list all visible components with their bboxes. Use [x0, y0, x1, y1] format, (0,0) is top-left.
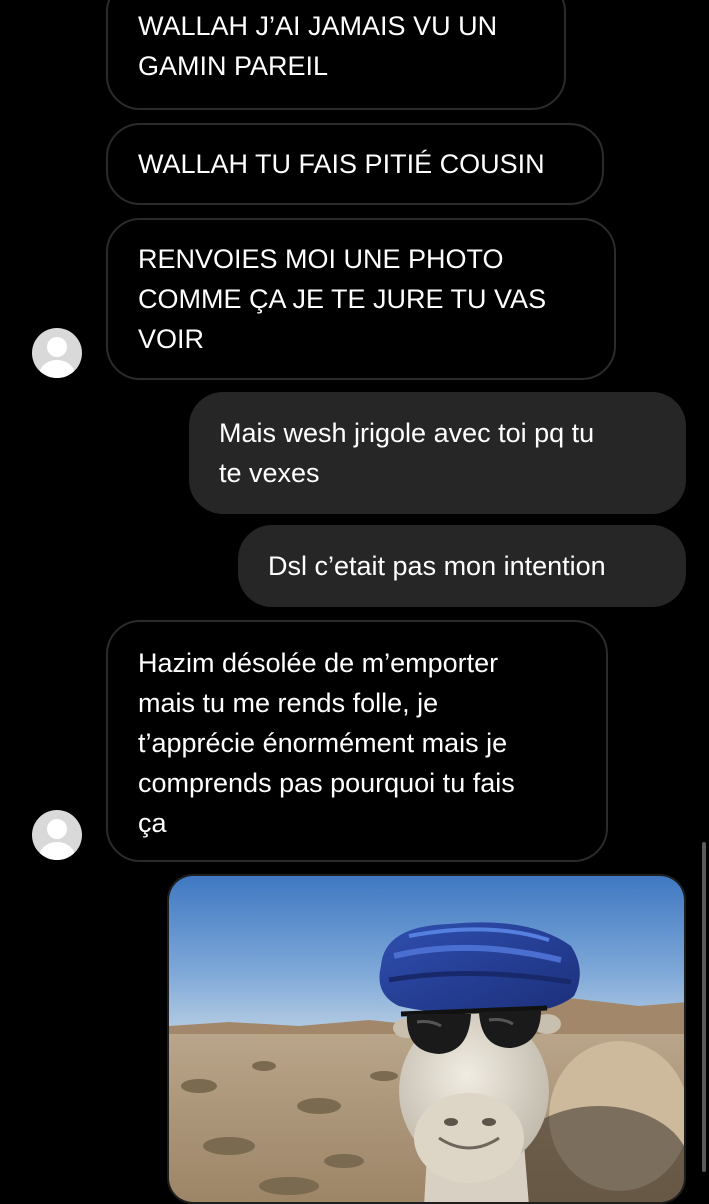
photo-message[interactable]	[167, 874, 686, 1204]
camel-photo	[169, 876, 684, 1202]
message-line: mais tu me rends folle, je	[138, 688, 439, 718]
message-line: WALLAH TU FAIS PITIÉ COUSIN	[138, 149, 545, 179]
message-thread[interactable]: WALLAH J’AI JAMAIS VU UN GAMIN PAREIL WA…	[0, 0, 709, 1204]
message-line: Dsl c’etait pas mon intention	[268, 551, 606, 581]
outgoing-message[interactable]: Mais wesh jrigole avec toi pq tu te vexe…	[189, 392, 686, 514]
message-line: VOIR	[138, 324, 205, 354]
message-line: comprends pas pourquoi tu fais	[138, 768, 515, 798]
default-avatar-icon[interactable]	[32, 328, 82, 378]
message-line: Hazim désolée de m’emporter	[138, 648, 499, 678]
message-line: COMME ÇA JE TE JURE TU VAS	[138, 284, 547, 314]
message-line: te vexes	[219, 458, 320, 488]
incoming-message[interactable]: RENVOIES MOI UNE PHOTO COMME ÇA JE TE JU…	[106, 218, 616, 380]
incoming-message[interactable]: WALLAH TU FAIS PITIÉ COUSIN	[106, 123, 604, 205]
message-line: GAMIN PAREIL	[138, 51, 329, 81]
outgoing-message[interactable]: Dsl c’etait pas mon intention	[238, 525, 686, 607]
incoming-message[interactable]: WALLAH J’AI JAMAIS VU UN GAMIN PAREIL	[106, 0, 566, 110]
message-line: WALLAH J’AI JAMAIS VU UN	[138, 11, 498, 41]
scrollbar[interactable]	[702, 842, 706, 1172]
incoming-message[interactable]: Hazim désolée de m’emporter mais tu me r…	[106, 620, 608, 862]
message-line: Mais wesh jrigole avec toi pq tu	[219, 418, 595, 448]
message-line: ça	[138, 808, 167, 838]
default-avatar-icon[interactable]	[32, 810, 82, 860]
message-line: t’apprécie énormément mais je	[138, 728, 508, 758]
message-line: RENVOIES MOI UNE PHOTO	[138, 244, 504, 274]
